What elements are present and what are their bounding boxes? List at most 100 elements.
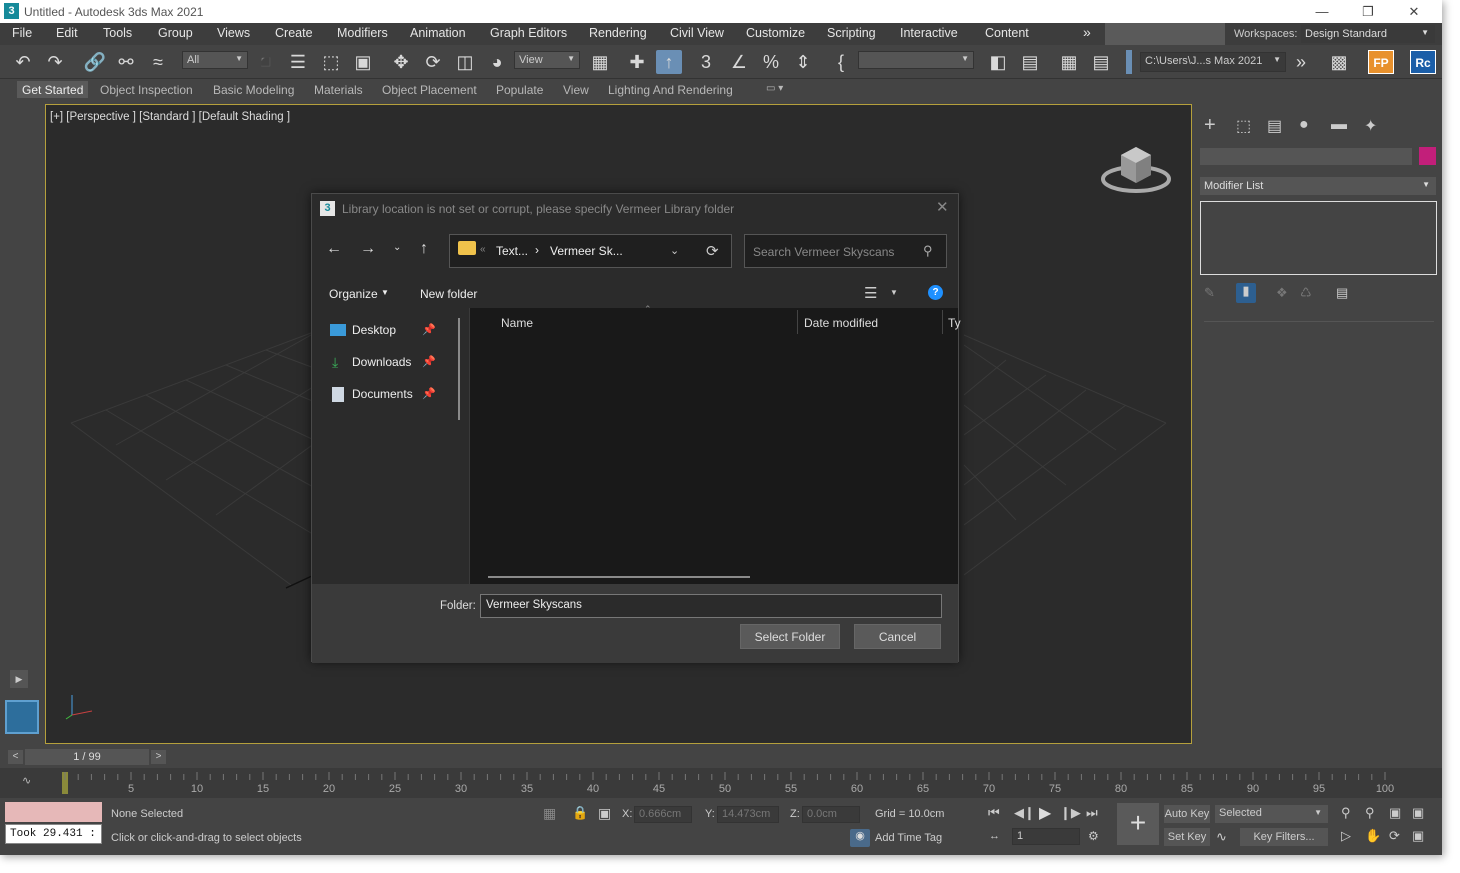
menu-overflow-icon[interactable]: » xyxy=(1083,24,1091,40)
back-arrow-icon[interactable]: ← xyxy=(326,240,342,258)
rotate-icon[interactable]: ⟳ xyxy=(420,50,446,74)
keyboard-shortcut-override-icon[interactable]: ↑ xyxy=(656,50,682,74)
tab-get-started[interactable]: Get Started xyxy=(22,83,83,97)
window-crossing-icon[interactable]: ▣ xyxy=(350,50,376,74)
redo-icon[interactable]: ↷ xyxy=(42,50,68,74)
select-by-name-icon[interactable]: ☰ xyxy=(285,50,311,74)
time-slider[interactable]: 1 / 99 xyxy=(25,749,149,765)
menu-tools[interactable]: Tools xyxy=(103,26,132,40)
modifier-list-dropdown[interactable]: Modifier List ▼ xyxy=(1200,177,1436,195)
named-selection-dropdown[interactable]: ▼ xyxy=(858,51,974,69)
object-color-swatch[interactable] xyxy=(1419,147,1436,165)
nav-item-documents[interactable]: Documents 📌 xyxy=(330,386,460,404)
restore-icon[interactable]: ❐ xyxy=(1345,0,1391,23)
nav-item-desktop[interactable]: Desktop 📌 xyxy=(330,322,460,340)
tab-materials[interactable]: Materials xyxy=(314,83,363,97)
folder-input[interactable]: Vermeer Skyscans xyxy=(480,594,942,618)
viewport-layout-icon[interactable] xyxy=(5,700,39,734)
menu-views[interactable]: Views xyxy=(217,26,250,40)
new-folder-button[interactable]: New folder xyxy=(420,287,477,301)
scale-icon[interactable]: ◫ xyxy=(452,50,478,74)
railclone-icon[interactable]: Rc xyxy=(1410,50,1436,74)
address-dropdown-icon[interactable]: ⌄ xyxy=(670,244,679,257)
field-of-view-icon[interactable]: ▷ xyxy=(1341,828,1351,844)
select-folder-button[interactable]: Select Folder xyxy=(740,624,840,649)
address-bar[interactable]: « Text... › Vermeer Sk... ⌄ ⟳ xyxy=(449,234,732,268)
bind-spacewarp-icon[interactable]: ≈ xyxy=(145,50,171,74)
pivot-center-icon[interactable]: ▦ xyxy=(587,50,613,74)
modify-tab-icon[interactable]: ⬚ xyxy=(1236,116,1251,136)
y-coordinate-field[interactable]: 14.473cm xyxy=(717,806,779,823)
tab-object-inspection[interactable]: Object Inspection xyxy=(100,83,193,97)
z-coordinate-field[interactable]: 0.0cm xyxy=(802,806,860,823)
menu-create[interactable]: Create xyxy=(275,26,313,40)
align-icon[interactable]: ▤ xyxy=(1017,50,1043,74)
default-in-out-tangents-icon[interactable]: ∿ xyxy=(1216,829,1227,845)
display-tab-icon[interactable]: ▬ xyxy=(1331,116,1347,134)
link-icon[interactable]: 🔗 xyxy=(82,50,108,74)
expand-toolbar-icon[interactable]: ▶ xyxy=(10,670,28,688)
key-mode-toggle-icon[interactable]: ↔ xyxy=(989,830,1000,842)
menu-file[interactable]: File xyxy=(12,26,32,40)
horizontal-scrollbar[interactable] xyxy=(488,576,750,578)
auto-key-button[interactable]: Auto Key xyxy=(1164,805,1210,823)
selection-filter-dropdown[interactable]: All ▼ xyxy=(182,51,248,69)
viewcube-icon[interactable] xyxy=(1101,137,1171,197)
cancel-button[interactable]: Cancel xyxy=(854,624,941,649)
tab-object-placement[interactable]: Object Placement xyxy=(382,83,477,97)
show-end-result-icon[interactable]: ▮ xyxy=(1236,283,1256,303)
column-divider[interactable] xyxy=(797,310,798,334)
rectangular-selection-icon[interactable]: ⬚ xyxy=(318,50,344,74)
column-divider[interactable] xyxy=(942,310,943,334)
menu-civil-view[interactable]: Civil View xyxy=(670,26,724,40)
isolate-selection-icon[interactable]: ▦ xyxy=(543,805,556,822)
organize-menu[interactable]: Organize xyxy=(329,287,378,301)
edit-named-selection-icon[interactable]: { xyxy=(828,50,854,74)
dialog-close-icon[interactable]: ✕ xyxy=(936,198,949,216)
up-arrow-icon[interactable]: ↑ xyxy=(420,240,428,258)
go-to-start-icon[interactable]: ⏮ xyxy=(988,805,1000,821)
undo-icon[interactable]: ↶ xyxy=(10,50,36,74)
time-configuration-icon[interactable]: ⚙ xyxy=(1088,829,1099,843)
remove-modifier-icon[interactable]: ♺ xyxy=(1300,285,1312,301)
zoom-icon[interactable]: ⚲ xyxy=(1341,805,1351,821)
go-to-end-icon[interactable]: ⏭ xyxy=(1086,805,1098,821)
absolute-mode-icon[interactable]: ▣ xyxy=(598,805,611,822)
x-coordinate-field[interactable]: 0.666cm xyxy=(634,806,692,823)
previous-frame-icon[interactable]: < xyxy=(8,750,23,764)
chevron-down-icon[interactable]: ▼ xyxy=(890,288,898,297)
breadcrumb-vermeer[interactable]: Vermeer Sk... xyxy=(550,244,623,258)
ribbon-options-icon[interactable]: ▭ ▾ xyxy=(766,83,783,94)
key-filters-button[interactable]: Key Filters... xyxy=(1240,828,1328,846)
pan-view-icon[interactable]: ✋ xyxy=(1365,828,1381,844)
column-name[interactable]: Name xyxy=(501,316,533,330)
time-tag-icon[interactable]: ◉ xyxy=(850,829,870,847)
snaps-toggle-icon[interactable]: 3 xyxy=(693,50,719,74)
menu-content[interactable]: Content xyxy=(985,26,1029,40)
mirror-icon[interactable]: ◧ xyxy=(985,50,1011,74)
lock-selection-icon[interactable]: 🔒 xyxy=(572,805,588,821)
make-unique-icon[interactable]: ❖ xyxy=(1276,285,1288,301)
zoom-all-icon[interactable]: ⚲ xyxy=(1365,805,1375,821)
breadcrumb-text[interactable]: Text... xyxy=(496,244,528,258)
reference-coord-dropdown[interactable]: View ▼ xyxy=(514,51,580,69)
project-folder-dropdown[interactable]: C:\Users\J...s Max 2021 ▼ xyxy=(1140,52,1286,72)
menu-interactive[interactable]: Interactive xyxy=(900,26,958,40)
set-key-button[interactable]: Set Key xyxy=(1164,828,1210,846)
previous-key-icon[interactable]: ◀❙ xyxy=(1014,805,1035,821)
next-key-icon[interactable]: ❙▶ xyxy=(1060,805,1081,821)
object-name-field[interactable] xyxy=(1200,148,1412,165)
workspaces-dropdown[interactable]: Design Standard ▼ xyxy=(1301,25,1435,43)
tab-populate[interactable]: Populate xyxy=(496,83,543,97)
breadcrumb-overflow-icon[interactable]: « xyxy=(480,244,486,255)
set-key-icon[interactable]: + xyxy=(1117,803,1159,845)
help-icon[interactable]: ? xyxy=(928,285,943,300)
tab-basic-modeling[interactable]: Basic Modeling xyxy=(213,83,294,97)
pin-stack-icon[interactable]: ✎ xyxy=(1204,285,1215,301)
file-list[interactable]: ⌃ Name Date modified Ty xyxy=(470,304,961,584)
configure-modifier-sets-icon[interactable]: ▤ xyxy=(1336,285,1348,301)
minimize-icon[interactable]: — xyxy=(1299,0,1345,23)
percent-snap-icon[interactable]: % xyxy=(758,50,784,74)
layer-explorer-icon[interactable]: ▤ xyxy=(1088,50,1114,74)
menu-group[interactable]: Group xyxy=(158,26,193,40)
